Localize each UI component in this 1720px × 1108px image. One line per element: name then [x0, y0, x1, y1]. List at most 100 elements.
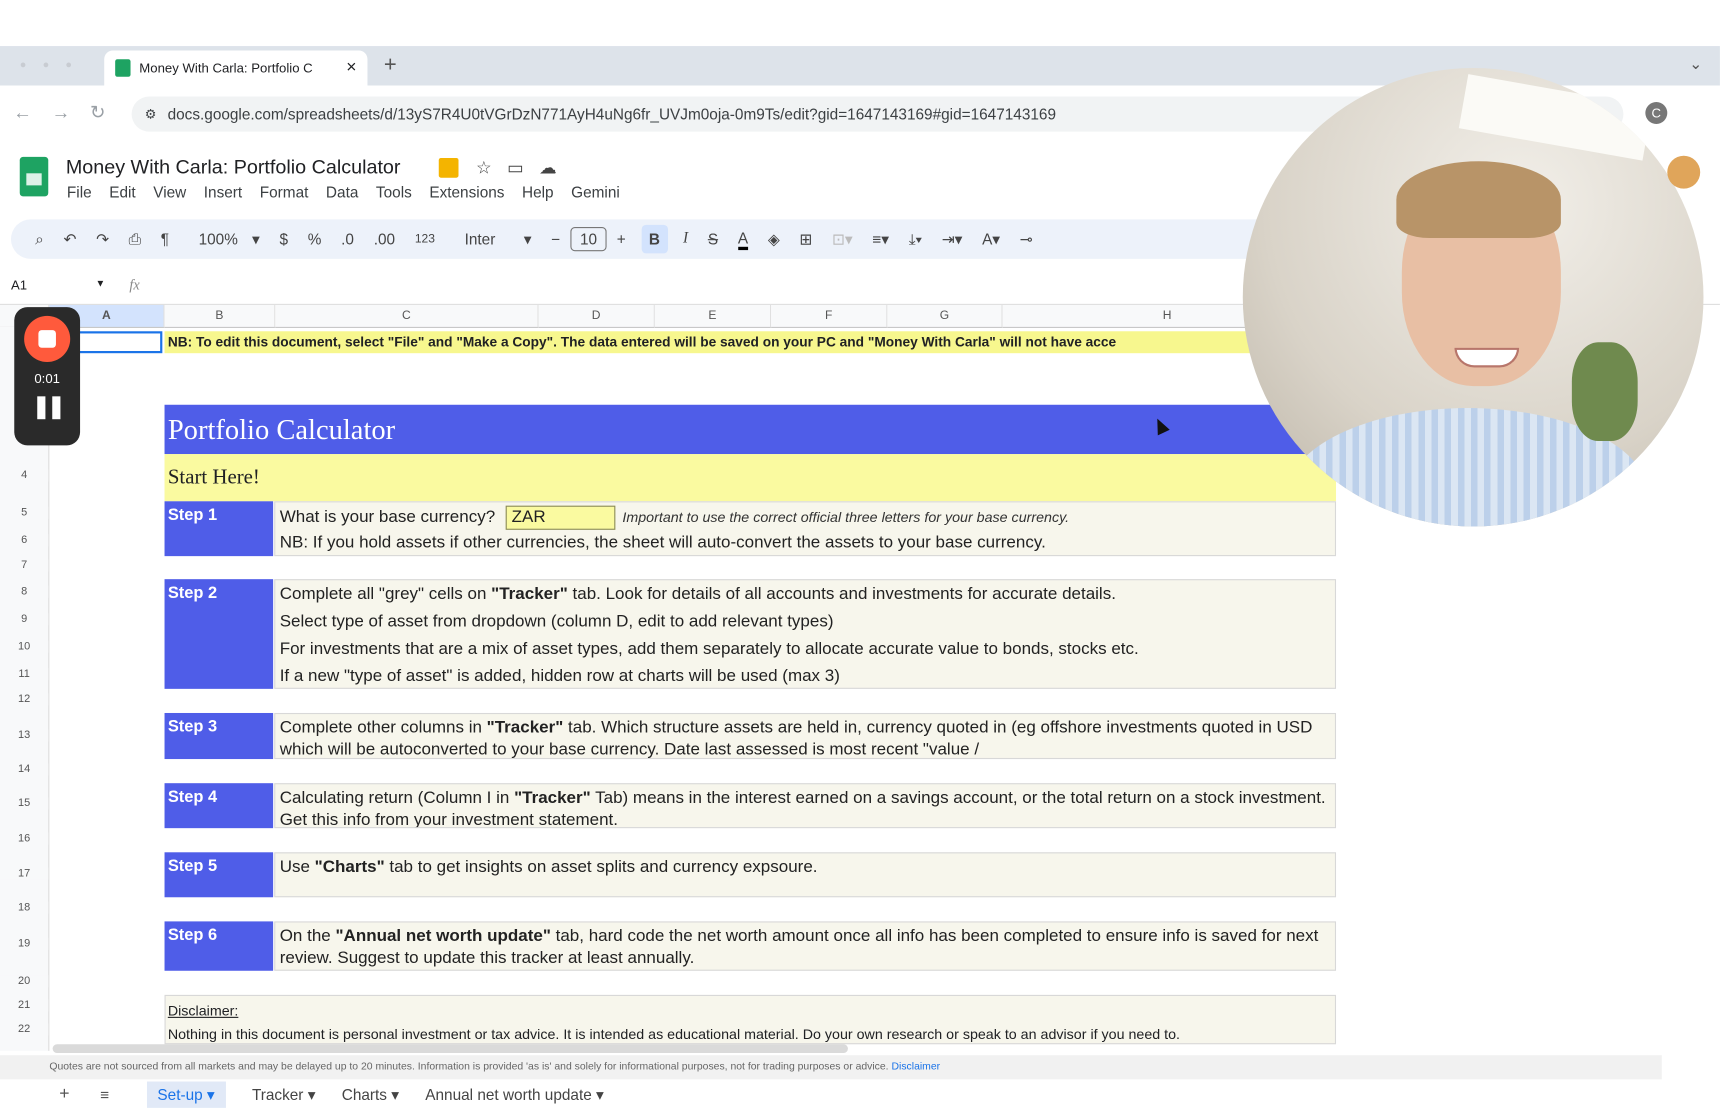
- row-header[interactable]: 21: [0, 999, 49, 1012]
- menu-data[interactable]: Data: [326, 183, 358, 201]
- text-wrap-icon[interactable]: ⇥▾: [942, 230, 963, 249]
- row-header[interactable]: 11: [0, 668, 49, 681]
- row-header[interactable]: 7: [0, 559, 49, 572]
- screen-recorder-widget: 0:01 ❚❚: [14, 307, 81, 446]
- star-icon[interactable]: ☆: [476, 159, 507, 178]
- column-header-f[interactable]: F: [771, 304, 888, 328]
- row-header[interactable]: 4: [0, 469, 49, 482]
- document-title[interactable]: Money With Carla: Portfolio Calculator: [66, 156, 401, 179]
- align-horizontal-icon[interactable]: ≡▾: [872, 230, 889, 249]
- bold-button[interactable]: B: [641, 224, 668, 254]
- font-select[interactable]: Inter ▾: [455, 230, 532, 249]
- sheets-logo-icon[interactable]: [19, 156, 49, 197]
- column-header-e[interactable]: E: [654, 304, 772, 328]
- text-color-button[interactable]: A: [737, 229, 749, 250]
- row-header[interactable]: 19: [0, 937, 49, 950]
- menu-tools[interactable]: Tools: [376, 183, 412, 201]
- horizontal-scrollbar[interactable]: [52, 1044, 848, 1054]
- browser-tab[interactable]: Money With Carla: Portfolio C ×: [104, 50, 368, 86]
- paint-format-icon[interactable]: ¶: [161, 230, 169, 248]
- row-header[interactable]: 10: [0, 640, 49, 653]
- new-tab-button[interactable]: +: [384, 53, 397, 78]
- undo-icon[interactable]: ↶: [63, 230, 76, 249]
- percent-format-button[interactable]: %: [308, 230, 322, 248]
- row-header[interactable]: 12: [0, 693, 49, 706]
- user-avatar[interactable]: [1667, 155, 1701, 189]
- row-header[interactable]: 14: [0, 763, 49, 776]
- search-icon[interactable]: ⌕: [35, 230, 44, 249]
- font-value: Inter: [464, 229, 496, 248]
- strikethrough-button[interactable]: S: [708, 230, 718, 248]
- zoom-select[interactable]: 100% ▾: [189, 230, 260, 249]
- disclaimer-link[interactable]: Disclaimer: [891, 1061, 940, 1073]
- pause-button[interactable]: ❚❚: [14, 393, 80, 420]
- add-sheet-icon[interactable]: +: [59, 1085, 69, 1105]
- menu-help[interactable]: Help: [522, 183, 554, 201]
- doc-actions[interactable]: ☆▭☁: [476, 157, 572, 179]
- quotes-disclaimer-bar: Quotes are not sourced from all markets …: [0, 1055, 1662, 1080]
- name-box[interactable]: A1 ▼: [11, 278, 105, 293]
- row-header[interactable]: 5: [0, 506, 49, 519]
- back-icon[interactable]: ←: [13, 102, 51, 123]
- font-size-decrease-button[interactable]: −: [551, 230, 560, 248]
- row-header[interactable]: 9: [0, 613, 49, 626]
- align-vertical-icon[interactable]: ⤓▾: [909, 230, 922, 249]
- menu-format[interactable]: Format: [260, 183, 309, 201]
- more-formats-button[interactable]: 123: [415, 233, 435, 246]
- decrease-decimal-button[interactable]: .0: [341, 230, 354, 248]
- base-currency-input[interactable]: ZAR: [506, 505, 616, 530]
- webcam-video-bubble[interactable]: [1242, 68, 1704, 527]
- row-header[interactable]: 16: [0, 832, 49, 845]
- row-header[interactable]: 20: [0, 975, 49, 988]
- font-size-increase-button[interactable]: +: [617, 230, 626, 248]
- step-2-line-2: Select type of asset from dropdown (colu…: [279, 612, 834, 631]
- currency-format-button[interactable]: $: [279, 230, 288, 248]
- menu-edit[interactable]: Edit: [109, 183, 135, 201]
- move-folder-icon[interactable]: ▭: [507, 159, 539, 178]
- nav-buttons[interactable]: ←→↻: [13, 102, 125, 124]
- increase-decimal-button[interactable]: .00: [374, 230, 395, 248]
- redo-icon[interactable]: ↷: [96, 230, 109, 249]
- charts-emphasis: "Charts": [314, 857, 385, 877]
- step-6-label: Step 6: [164, 921, 274, 971]
- borders-icon[interactable]: ⊞: [799, 230, 812, 249]
- menu-extensions[interactable]: Extensions: [429, 183, 504, 201]
- sheets-favicon-icon: [115, 59, 131, 77]
- menu-insert[interactable]: Insert: [204, 183, 242, 201]
- row-header[interactable]: 13: [0, 729, 49, 742]
- insert-link-icon[interactable]: ⊸: [1020, 230, 1033, 249]
- row-header[interactable]: 8: [0, 585, 49, 598]
- row-header[interactable]: 18: [0, 901, 49, 914]
- merge-cells-icon[interactable]: ⊡▾: [832, 230, 853, 249]
- sheet-tab-charts[interactable]: Charts ▾: [342, 1085, 399, 1104]
- sheet-tab-tracker[interactable]: Tracker ▾: [252, 1085, 315, 1104]
- print-icon[interactable]: ⎙: [129, 230, 141, 249]
- menu-gemini[interactable]: Gemini: [571, 183, 620, 201]
- text: On the: [279, 926, 336, 946]
- window-controls[interactable]: ● ● ●: [20, 59, 79, 71]
- column-header-d[interactable]: D: [538, 304, 655, 328]
- row-header[interactable]: 6: [0, 534, 49, 547]
- reload-icon[interactable]: ↻: [90, 102, 125, 123]
- sheet-tab-annual[interactable]: Annual net worth update ▾: [425, 1085, 603, 1104]
- tab-search-chevron-icon[interactable]: ⌄: [1689, 55, 1702, 74]
- row-header[interactable]: 22: [0, 1023, 49, 1036]
- all-sheets-icon[interactable]: ≡: [100, 1086, 109, 1104]
- row-header[interactable]: 15: [0, 797, 49, 810]
- text-rotation-icon[interactable]: A▾: [982, 230, 1000, 249]
- site-settings-icon[interactable]: ⚙: [145, 106, 157, 121]
- italic-button[interactable]: I: [683, 230, 688, 248]
- row-header[interactable]: 17: [0, 867, 49, 880]
- forward-icon[interactable]: →: [52, 102, 90, 123]
- apps-script-icon[interactable]: [438, 157, 459, 178]
- menu-file[interactable]: File: [67, 183, 92, 201]
- column-header-b[interactable]: B: [164, 304, 276, 328]
- fill-color-icon[interactable]: ◈: [768, 230, 780, 249]
- column-header-c[interactable]: C: [275, 304, 539, 328]
- stop-recording-button[interactable]: [24, 315, 71, 362]
- menu-view[interactable]: View: [153, 183, 186, 201]
- column-header-g[interactable]: G: [887, 304, 1003, 328]
- sheet-tab-setup[interactable]: Set-up ▾: [146, 1080, 226, 1108]
- font-size-input[interactable]: 10: [570, 227, 607, 252]
- close-tab-icon[interactable]: ×: [346, 58, 356, 78]
